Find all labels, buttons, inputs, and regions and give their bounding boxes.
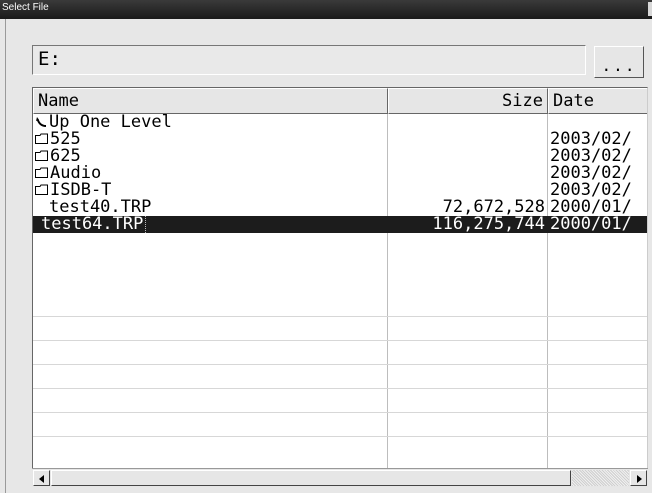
path-input[interactable]: E:: [32, 45, 586, 75]
scrollbar-thumb[interactable]: [51, 470, 571, 486]
up-arrow-icon: [36, 117, 47, 127]
list-item-label: test64.TRP: [41, 216, 147, 233]
list-item-up-one-level[interactable]: Up One Level: [33, 114, 647, 131]
file-date: 2003/02/: [550, 131, 632, 148]
grid-line: [33, 364, 647, 365]
file-rows: Up One Level 525 2003/02/ 625 2003/02/ A…: [33, 114, 647, 233]
file-size: [388, 131, 545, 148]
file-date: 2003/02/: [550, 182, 632, 199]
window-title: Select File: [2, 2, 49, 13]
arrow-right-icon: [637, 475, 642, 483]
file-list[interactable]: Name Size Date Up One Level 525 2003/02/…: [32, 87, 648, 487]
scrollbar-track[interactable]: [572, 470, 629, 486]
list-item-label: Audio: [50, 165, 102, 182]
file-size: [388, 148, 545, 165]
horizontal-scrollbar[interactable]: [32, 468, 648, 487]
grid-line: [33, 436, 647, 437]
list-item-label: ISDB-T: [50, 182, 112, 199]
list-item-file-test64-selected[interactable]: test64.TRP 116,275,744 2000/01/: [33, 216, 647, 233]
list-item-label: 525: [50, 131, 81, 148]
file-date: 2003/02/: [550, 165, 632, 182]
scroll-left-button[interactable]: [33, 470, 50, 486]
dialog-edge: [5, 19, 6, 493]
folder-icon: [35, 150, 48, 161]
list-item-folder-525[interactable]: 525 2003/02/: [33, 131, 647, 148]
list-item-label: 625: [50, 148, 81, 165]
file-date: 2000/01/: [550, 216, 632, 233]
browse-button[interactable]: ...: [594, 46, 644, 78]
list-item-label: Up One Level: [49, 114, 172, 131]
list-item-file-test40[interactable]: test40.TRP 72,672,528 2000/01/: [33, 199, 647, 216]
grid-line: [33, 388, 647, 389]
column-header-size[interactable]: Size: [388, 88, 548, 114]
file-size: [388, 165, 545, 182]
title-bar: Select File: [0, 0, 652, 19]
file-date: 2003/02/: [550, 148, 632, 165]
grid-line: [33, 316, 647, 317]
folder-icon: [35, 184, 48, 195]
grid-line: [33, 412, 647, 413]
file-size: 116,275,744: [432, 216, 545, 233]
folder-icon: [35, 133, 48, 144]
scroll-right-button[interactable]: [630, 470, 647, 486]
folder-icon: [35, 167, 48, 178]
file-date: 2000/01/: [550, 199, 632, 216]
list-item-folder-625[interactable]: 625 2003/02/: [33, 148, 647, 165]
file-size: 72,672,528: [442, 199, 545, 216]
list-header: Name Size Date: [33, 88, 647, 114]
title-bar-button[interactable]: [648, 2, 652, 16]
list-item-folder-audio[interactable]: Audio 2003/02/: [33, 165, 647, 182]
file-size: [388, 182, 545, 199]
column-header-name[interactable]: Name: [33, 88, 388, 114]
column-header-date[interactable]: Date: [548, 88, 647, 114]
list-item-folder-isdb-t[interactable]: ISDB-T 2003/02/: [33, 182, 647, 199]
arrow-left-icon: [39, 475, 44, 483]
grid-line: [33, 340, 647, 341]
list-item-label: test40.TRP: [49, 199, 152, 216]
